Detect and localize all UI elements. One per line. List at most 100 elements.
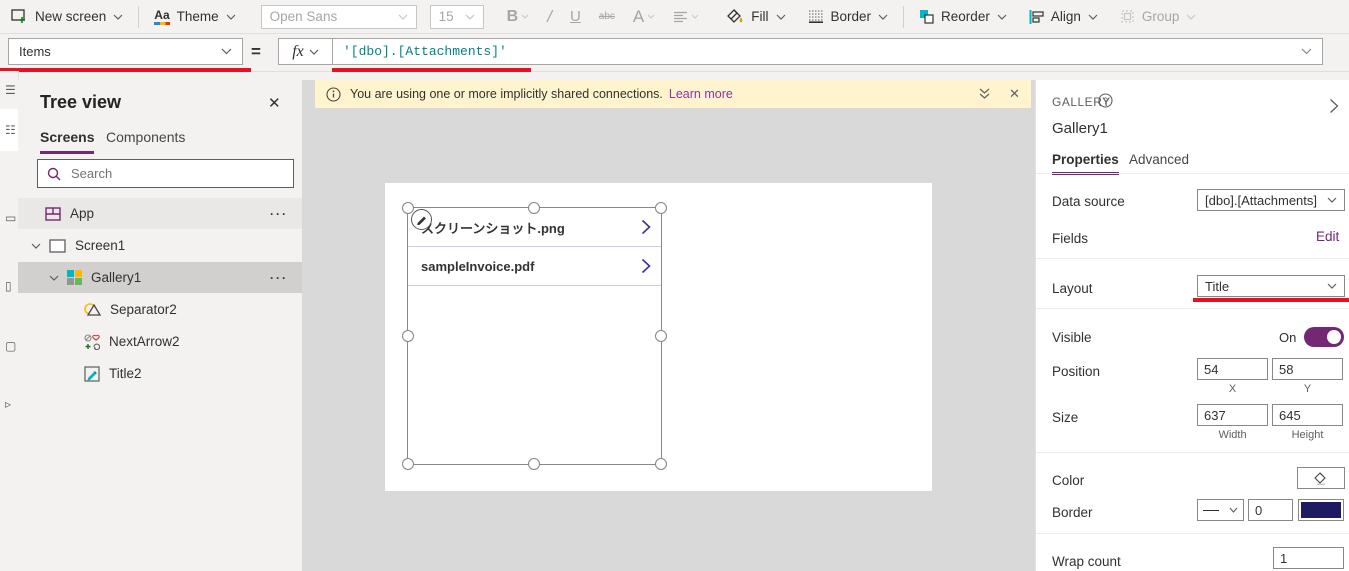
double-chevron-down-icon[interactable] — [978, 87, 991, 100]
tree-item-app[interactable]: App ··· — [18, 198, 302, 229]
resize-handle[interactable] — [402, 330, 414, 342]
tab-advanced[interactable]: Advanced — [1129, 152, 1189, 172]
resize-handle[interactable] — [528, 458, 540, 470]
align-button[interactable]: Align — [1018, 0, 1109, 33]
size-label: Size — [1052, 410, 1079, 425]
screen-artboard[interactable]: スクリーンショット.png sampleInvoice.pdf — [385, 183, 932, 491]
resize-handle[interactable] — [655, 458, 667, 470]
chevron-down-icon[interactable] — [31, 243, 41, 249]
more-icon[interactable]: ··· — [270, 207, 288, 221]
chevron-down-icon[interactable] — [49, 275, 59, 281]
resize-handle[interactable] — [655, 202, 667, 214]
layout-dropdown[interactable]: Title — [1197, 275, 1345, 297]
wrap-count-input[interactable] — [1273, 547, 1344, 569]
height-label: Height — [1291, 429, 1324, 441]
property-selector-value: Items — [19, 44, 51, 59]
gallery-row[interactable]: sampleInvoice.pdf — [408, 247, 661, 286]
collapse-panel-chevron-right-icon[interactable] — [1329, 98, 1339, 114]
new-screen-icon — [11, 9, 28, 24]
tree-item-title2[interactable]: Title2 — [18, 358, 302, 389]
rail-icon[interactable]: ▯ — [5, 279, 12, 293]
tree-item-nextarrow2[interactable]: NextArrow2 — [18, 326, 302, 357]
close-icon[interactable]: ✕ — [1009, 86, 1020, 102]
border-label: Border — [1052, 505, 1093, 520]
tab-screens[interactable]: Screens — [40, 129, 95, 154]
fields-edit-link[interactable]: Edit — [1316, 229, 1339, 244]
property-selector[interactable]: Items — [8, 38, 243, 65]
border-button[interactable]: Border — [797, 0, 900, 33]
learn-more-link[interactable]: Learn more — [669, 87, 733, 101]
align-icon — [1029, 9, 1044, 24]
data-source-value: [dbo].[Attachments] — [1205, 192, 1318, 208]
chevron-down-icon — [1229, 507, 1238, 513]
tree-view-title: Tree view — [40, 92, 122, 112]
chevron-down-icon[interactable] — [1301, 48, 1312, 55]
reorder-icon — [919, 9, 934, 24]
border-weight-input[interactable] — [1248, 499, 1293, 521]
resize-handle[interactable] — [402, 458, 414, 470]
screen-icon — [49, 238, 66, 253]
bold-button: B — [498, 8, 539, 26]
data-source-dropdown[interactable]: [dbo].[Attachments] — [1197, 189, 1345, 211]
chevron-down-icon — [309, 49, 319, 55]
italic-icon: / — [547, 6, 552, 26]
close-icon[interactable]: ✕ — [268, 94, 281, 112]
tree-view-rail-item[interactable]: ☷ — [0, 109, 18, 151]
visible-toggle[interactable] — [1304, 327, 1344, 347]
tab-components[interactable]: Components — [106, 129, 185, 151]
top-toolbar: New screen Aa Theme Open Sans 15 B / U a… — [0, 0, 1349, 34]
fill-button[interactable]: Fill — [716, 0, 796, 33]
border-color-swatch[interactable] — [1298, 499, 1344, 521]
position-x-input[interactable] — [1197, 358, 1268, 380]
border-style-dropdown[interactable] — [1197, 499, 1244, 521]
tree-item-label: Separator2 — [110, 302, 177, 317]
position-y-input[interactable] — [1272, 358, 1343, 380]
fill-icon — [727, 9, 744, 24]
chevron-right-icon[interactable] — [641, 219, 651, 235]
size-width-input[interactable] — [1197, 404, 1268, 426]
position-label: Position — [1052, 364, 1101, 379]
tree-item-label: NextArrow2 — [109, 334, 180, 349]
gallery-selection[interactable]: スクリーンショット.png sampleInvoice.pdf — [402, 202, 667, 470]
red-underline-annotation — [332, 68, 531, 72]
tree-item-label: Title2 — [109, 366, 142, 381]
reorder-button[interactable]: Reorder — [908, 0, 1018, 33]
hamburger-menu-icon[interactable]: ☰ — [5, 83, 16, 97]
edit-pencil-icon[interactable] — [411, 209, 432, 230]
tree-item-screen1[interactable]: Screen1 — [18, 230, 302, 261]
help-icon[interactable]: ? — [1098, 93, 1113, 108]
fx-selector[interactable]: fx — [278, 38, 333, 65]
size-height-input[interactable] — [1272, 404, 1343, 426]
chevron-down-icon — [776, 14, 785, 20]
canvas-area: You are using one or more implicitly sha… — [302, 80, 1035, 571]
rail-icon[interactable]: ▢ — [5, 339, 16, 353]
border-label: Border — [830, 9, 872, 24]
strikethrough-button: abc — [590, 11, 624, 22]
chevron-down-icon — [647, 14, 655, 19]
resize-handle[interactable] — [528, 202, 540, 214]
rail-icon[interactable]: ▹ — [5, 397, 11, 411]
tab-properties[interactable]: Properties — [1052, 152, 1119, 175]
resize-handle[interactable] — [655, 330, 667, 342]
chevron-down-icon — [1327, 283, 1337, 289]
visible-state-label: On — [1279, 330, 1297, 345]
tree-item-gallery1[interactable]: Gallery1 ··· — [18, 262, 302, 293]
formula-input[interactable]: '[dbo].[Attachments]' — [332, 38, 1323, 65]
chevron-right-icon[interactable] — [641, 258, 651, 274]
chevron-down-icon — [226, 14, 236, 20]
resize-handle[interactable] — [402, 202, 414, 214]
more-icon[interactable]: ··· — [270, 271, 288, 285]
font-color-icon: A — [632, 6, 645, 26]
tree-search[interactable] — [37, 159, 294, 188]
border-icon — [808, 10, 824, 23]
rail-icon[interactable]: ▭ — [5, 211, 16, 225]
tree-view-panel: Tree view ✕ Screens Components App ··· S… — [18, 80, 302, 571]
next-arrow-icon — [84, 333, 100, 350]
theme-button[interactable]: Aa Theme — [143, 0, 246, 33]
chevron-down-icon — [221, 48, 232, 55]
tree-item-separator2[interactable]: Separator2 — [18, 294, 302, 325]
search-input[interactable] — [69, 165, 263, 182]
new-screen-button[interactable]: New screen — [0, 0, 134, 33]
app-icon — [45, 206, 61, 221]
color-picker-button[interactable] — [1297, 467, 1345, 489]
